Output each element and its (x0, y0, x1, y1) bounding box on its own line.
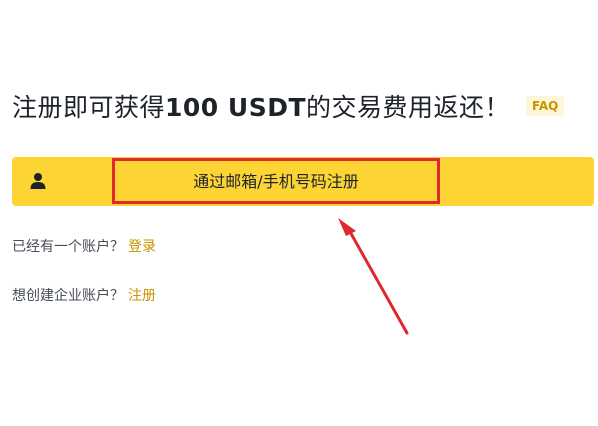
headline-amount: 100 USDT (165, 93, 307, 122)
existing-account-row: 已经有一个账户？ 登录 (12, 236, 156, 256)
faq-badge[interactable]: FAQ (526, 96, 565, 116)
annotation-arrow (338, 218, 409, 335)
annotation-arrow-head (338, 218, 356, 236)
headline: 注册即可获得100 USDT的交易费用返还！ FAQ (12, 88, 565, 124)
business-register-link[interactable]: 注册 (128, 288, 156, 304)
headline-text: 注册即可获得100 USDT的交易费用返还！ (12, 88, 510, 124)
person-icon (30, 173, 46, 189)
email-phone-signup-button[interactable]: 通过邮箱/手机号码注册 (12, 157, 594, 206)
annotation-highlight-box (112, 158, 440, 204)
annotation-arrow-shaft (347, 228, 409, 335)
business-account-row: 想创建企业账户？ 注册 (12, 285, 156, 305)
headline-prefix: 注册即可获得 (12, 93, 166, 122)
headline-suffix: 的交易费用返还！ (306, 93, 511, 122)
login-link[interactable]: 登录 (128, 239, 156, 255)
existing-account-text: 已经有一个账户？ (12, 239, 124, 255)
signup-page: 注册即可获得100 USDT的交易费用返还！ FAQ 通过邮箱/手机号码注册 已… (0, 0, 598, 426)
business-account-text: 想创建企业账户？ (12, 288, 124, 304)
